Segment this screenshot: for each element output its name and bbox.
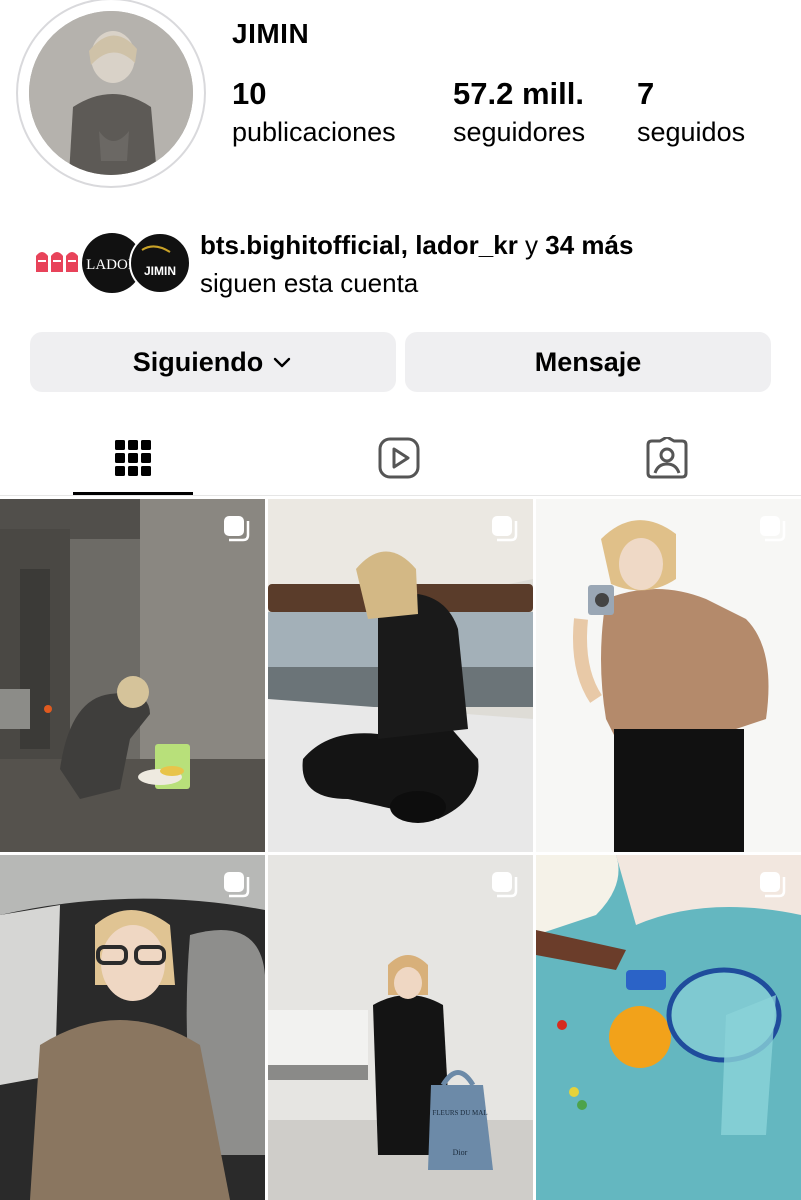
post-image-table: [536, 855, 801, 1200]
mutual-followers-avatars[interactable]: LADOR JIMIN: [30, 232, 191, 294]
post-thumbnail-1[interactable]: [0, 499, 265, 852]
following-button[interactable]: Siguiendo: [30, 332, 396, 392]
post-image-hallway: [0, 499, 265, 852]
post-image-tote: FLEURS DU MAL Dior: [268, 855, 533, 1200]
tagged-icon: [646, 437, 688, 479]
message-button-label: Mensaje: [534, 346, 642, 377]
post-thumbnail-3[interactable]: [536, 499, 801, 852]
mutual-followers-text[interactable]: bts.bighitofficial, lador_kr y 34 más si…: [200, 226, 633, 302]
mutual-followers-line2: siguen esta cuenta: [200, 268, 419, 298]
tote-text: FLEURS DU MAL: [432, 1109, 487, 1117]
carousel-icon: [760, 516, 786, 542]
tab-reels[interactable]: [339, 420, 459, 496]
grid-icon: [115, 440, 151, 476]
stat-followers-label: seguidores: [453, 117, 586, 147]
message-button[interactable]: Mensaje: [405, 332, 771, 392]
profile-username: JIMIN: [232, 18, 310, 49]
tabs-divider: [0, 495, 801, 496]
jimin-badge-text: JIMIN: [144, 264, 176, 278]
stat-posts-value: 10: [232, 76, 267, 111]
post-thumbnail-4[interactable]: [0, 855, 265, 1200]
post-image-camera: [536, 499, 801, 852]
stat-posts-label: publicaciones: [232, 117, 396, 147]
post-image-sailboat: [268, 499, 533, 852]
stat-posts[interactable]: 10 publicaciones: [232, 76, 396, 152]
follower-avatar-bts: [30, 235, 86, 291]
stat-following-value: 7: [637, 76, 655, 111]
tote-brand-text: Dior: [453, 1148, 468, 1157]
profile-avatar-ring[interactable]: [16, 0, 206, 188]
carousel-icon: [492, 516, 518, 542]
stat-followers-value: 57.2 mill.: [453, 76, 584, 111]
stat-followers[interactable]: 57.2 mill. seguidores: [453, 76, 585, 152]
profile-avatar[interactable]: [29, 11, 193, 175]
carousel-icon: [492, 872, 518, 898]
tab-posts-grid[interactable]: [73, 420, 193, 496]
mutual-accounts: bts.bighitofficial, lador_kr: [200, 230, 518, 260]
reels-icon: [378, 437, 420, 479]
stat-following[interactable]: 7 seguidos: [637, 76, 745, 152]
post-thumbnail-2[interactable]: [268, 499, 533, 852]
tab-tagged[interactable]: [607, 420, 727, 496]
mutual-followers-line1: bts.bighitofficial, lador_kr y 34 más: [200, 226, 633, 264]
post-thumbnail-6[interactable]: [536, 855, 801, 1200]
mutual-more: 34 más: [545, 230, 634, 260]
carousel-icon: [760, 872, 786, 898]
chevron-down-icon: [274, 357, 291, 368]
follower-avatar-jimin: JIMIN: [129, 232, 191, 294]
following-button-label: Siguiendo: [132, 346, 264, 377]
avatar-photo: [29, 11, 193, 175]
carousel-icon: [224, 516, 250, 542]
post-image-car: [0, 855, 265, 1200]
carousel-icon: [224, 872, 250, 898]
mutual-conjunction: y: [517, 230, 546, 260]
stat-following-label: seguidos: [637, 117, 746, 147]
post-thumbnail-5[interactable]: FLEURS DU MAL Dior: [268, 855, 533, 1200]
